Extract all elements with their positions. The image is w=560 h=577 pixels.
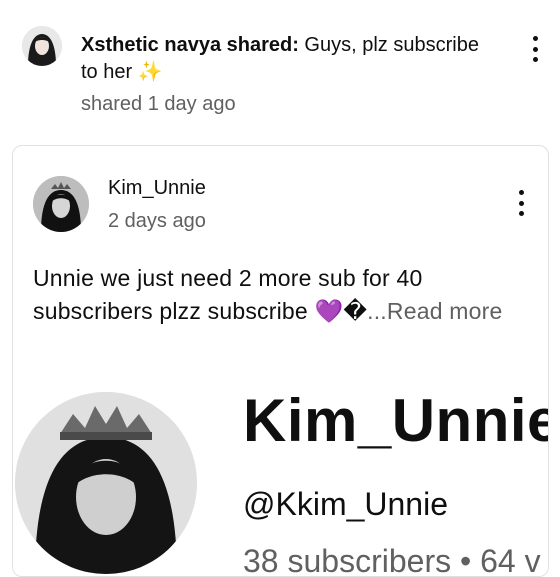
post-body: Unnie we just need 2 more sub for 40 sub… <box>33 265 423 324</box>
share-header: Xsthetic navya shared: Guys, plz subscri… <box>0 0 560 140</box>
read-more-link[interactable]: ...Read more <box>367 298 502 324</box>
sharer-avatar[interactable] <box>22 26 62 66</box>
more-vert-icon[interactable] <box>525 34 545 64</box>
channel-avatar[interactable] <box>33 176 89 232</box>
channel-image-avatar <box>15 392 197 574</box>
post-text: Unnie we just need 2 more sub for 40 sub… <box>33 262 538 328</box>
image-handle: @Kkim_Unnie <box>243 486 448 522</box>
share-message: Xsthetic navya shared: Guys, plz subscri… <box>81 32 501 86</box>
shared-timestamp: shared 1 day ago <box>81 93 236 115</box>
post-timestamp: 2 days ago <box>108 210 206 232</box>
post-image[interactable]: Kim_Unnie @Kkim_Unnie 38 subscribers • 6… <box>13 378 548 577</box>
image-subscribers: 38 subscribers • 64 v <box>243 543 541 577</box>
sharer-name[interactable]: Xsthetic navya shared: <box>81 34 299 56</box>
channel-name[interactable]: Kim_Unnie <box>108 177 206 200</box>
more-vert-icon[interactable] <box>511 188 531 218</box>
post-card: Kim_Unnie 2 days ago Unnie we just need … <box>12 145 549 577</box>
image-channel-name: Kim_Unnie <box>243 387 548 454</box>
